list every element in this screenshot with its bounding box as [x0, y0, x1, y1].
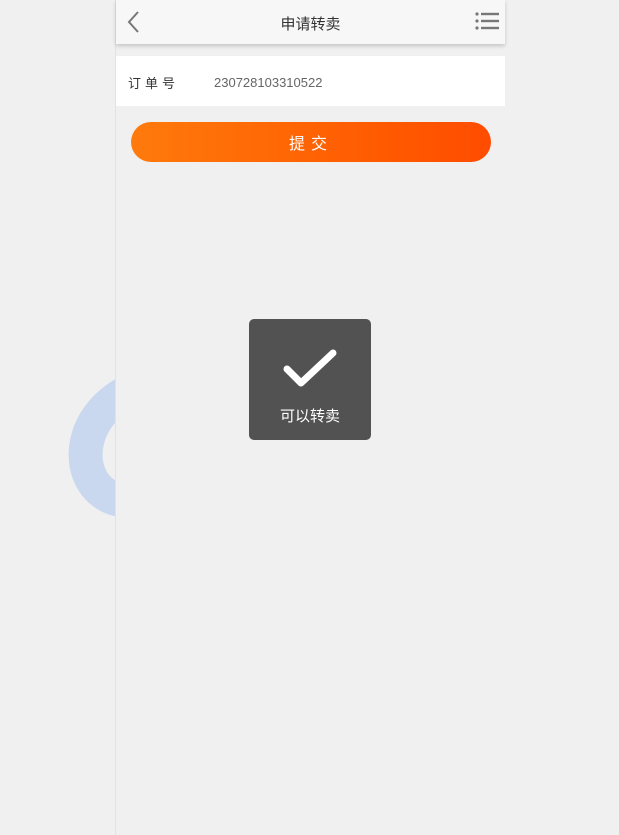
order-number-label: 订单号: [128, 77, 180, 92]
page-title: 申请转卖: [280, 15, 341, 33]
order-number-field[interactable]: [214, 72, 494, 92]
list-menu-icon[interactable]: [475, 11, 499, 33]
checkmark-icon: [283, 349, 337, 387]
page: 源码平台 www.ympt.cc 申请转卖 订单号 提交: [0, 0, 619, 835]
order-number-row: 订单号: [116, 56, 505, 106]
top-nav-bar: 申请转卖: [116, 0, 505, 44]
success-toast: 可以转卖: [249, 319, 371, 440]
toast-message: 可以转卖: [279, 407, 340, 425]
submit-button[interactable]: 提交: [131, 122, 491, 162]
